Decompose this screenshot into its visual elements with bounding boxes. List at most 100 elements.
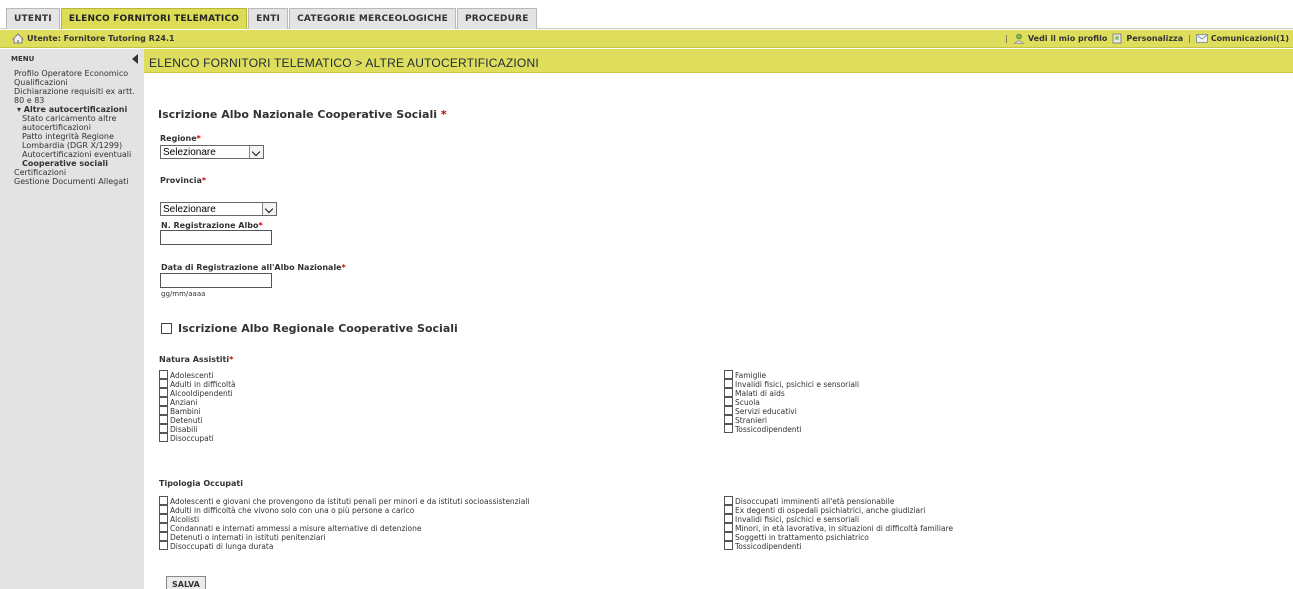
regione-label-text: Regione xyxy=(160,134,197,143)
checkbox-item[interactable]: Alcolisti xyxy=(159,514,529,524)
checkbox[interactable] xyxy=(724,370,733,379)
checkbox[interactable] xyxy=(159,514,168,523)
data-registrazione-label-text: Data di Registrazione all'Albo Nazionale xyxy=(161,263,342,272)
required-mark: * xyxy=(440,108,447,121)
sidebar-item-gestione-documenti[interactable]: Gestione Documenti Allegati xyxy=(14,177,140,186)
checkbox-label: Disoccupati xyxy=(170,434,214,443)
communications-link[interactable]: Comunicazioni(1) xyxy=(1211,34,1289,43)
profile-link[interactable]: Vedi il mio profilo xyxy=(1028,34,1107,43)
tab-categorie-merceologiche[interactable]: CATEGORIE MERCEOLOGICHE xyxy=(289,8,456,29)
menu-header: MENU xyxy=(0,49,144,69)
checkbox-item[interactable]: Detenuti xyxy=(159,415,236,425)
tab-utenti[interactable]: UTENTI xyxy=(6,8,60,29)
checkbox[interactable] xyxy=(159,415,168,424)
checkbox-item[interactable]: Anziani xyxy=(159,397,236,407)
checkbox[interactable] xyxy=(724,388,733,397)
checkbox-item[interactable]: Disoccupati xyxy=(159,433,236,443)
provincia-label: Provincia* xyxy=(160,176,206,185)
checkbox-item[interactable]: Adulti in difficoltà che vivono solo con… xyxy=(159,505,529,515)
sidebar-nav: Profilo Operatore Economico Qualificazio… xyxy=(0,69,144,186)
natura-assistiti-label: Natura Assistiti* xyxy=(159,355,233,364)
checkbox-item[interactable]: Soggetti in trattamento psichiatrico xyxy=(724,532,953,542)
checkbox-item[interactable]: Famiglie xyxy=(724,370,859,380)
checkbox[interactable] xyxy=(159,370,168,379)
checkbox[interactable] xyxy=(159,397,168,406)
chevron-down-icon xyxy=(249,146,263,158)
checkbox[interactable] xyxy=(724,424,733,433)
sidebar-item-qualificazioni[interactable]: Qualificazioni xyxy=(14,78,140,87)
sidebar-item-profilo[interactable]: Profilo Operatore Economico xyxy=(14,69,140,78)
checkbox-item[interactable]: Ex degenti di ospedali psichiatrici, anc… xyxy=(724,505,953,515)
checkbox[interactable] xyxy=(159,424,168,433)
albo-regionale-checkbox[interactable] xyxy=(161,323,172,334)
regione-select[interactable]: Selezionare xyxy=(160,145,264,159)
checkbox-label: Disoccupati di lunga durata xyxy=(170,542,274,551)
save-button[interactable]: SALVA xyxy=(166,576,206,589)
checkbox[interactable] xyxy=(724,415,733,424)
checkbox-item[interactable]: Adolescenti xyxy=(159,370,236,380)
required-mark: * xyxy=(201,176,207,185)
checkbox[interactable] xyxy=(159,433,168,442)
sidebar-item-stato-caricamento[interactable]: Stato caricamento altre autocertificazio… xyxy=(14,114,140,132)
tab-elenco-fornitori-telematico[interactable]: ELENCO FORNITORI TELEMATICO xyxy=(60,8,248,29)
checkbox-item[interactable]: Adulti in difficoltà xyxy=(159,379,236,389)
current-user: Utente: Fornitore Tutoring R24.1 xyxy=(12,33,175,44)
checkbox[interactable] xyxy=(724,406,733,415)
tab-procedure[interactable]: PROCEDURE xyxy=(457,8,537,29)
natura-assistiti-label-text: Natura Assistiti xyxy=(159,355,230,364)
collapse-menu-icon[interactable] xyxy=(132,54,138,64)
checkbox-item[interactable]: Scuola xyxy=(724,397,859,407)
tipologia-occupati-list-left: Adolescenti e giovani che provengono da … xyxy=(159,496,529,551)
checkbox-item[interactable]: Invalidi fisici, psichici e sensoriali xyxy=(724,379,859,389)
n-registrazione-input[interactable] xyxy=(160,230,272,245)
checkbox[interactable] xyxy=(724,496,733,505)
checkbox-item[interactable]: Alcooldipendenti xyxy=(159,388,236,398)
checkbox-item[interactable]: Detenuti o internati in istituti peniten… xyxy=(159,532,529,542)
checkbox-item[interactable]: Tossicodipendenti xyxy=(724,424,859,434)
user-bar: Utente: Fornitore Tutoring R24.1 | Vedi … xyxy=(0,30,1293,48)
checkbox-item[interactable]: Disoccupati di lunga durata xyxy=(159,541,529,551)
checkbox-item[interactable]: Minori, in età lavorativa, in situazioni… xyxy=(724,523,953,533)
checkbox[interactable] xyxy=(724,532,733,541)
profile-icon xyxy=(1013,33,1025,44)
checkbox[interactable] xyxy=(724,379,733,388)
user-links: | Vedi il mio profilo Personalizza | Com… xyxy=(1000,33,1289,44)
checkbox[interactable] xyxy=(159,505,168,514)
checkbox[interactable] xyxy=(159,541,168,550)
checkbox[interactable] xyxy=(724,541,733,550)
albo-regionale-option[interactable]: Iscrizione Albo Regionale Cooperative So… xyxy=(161,322,458,335)
form-heading: Iscrizione Albo Nazionale Cooperative So… xyxy=(158,108,447,121)
checkbox-item[interactable]: Tossicodipendenti xyxy=(724,541,953,551)
checkbox[interactable] xyxy=(159,496,168,505)
checkbox[interactable] xyxy=(159,523,168,532)
checkbox[interactable] xyxy=(159,406,168,415)
checkbox-item[interactable]: Disabili xyxy=(159,424,236,434)
sidebar-item-cooperative-sociali[interactable]: Cooperative sociali xyxy=(14,159,140,168)
checkbox-item[interactable]: Stranieri xyxy=(724,415,859,425)
provincia-select[interactable]: Selezionare xyxy=(160,202,277,216)
checkbox[interactable] xyxy=(159,379,168,388)
checkbox-item[interactable]: Invalidi fisici, psichici e sensoriali xyxy=(724,514,953,524)
data-registrazione-label: Data di Registrazione all'Albo Nazionale… xyxy=(161,263,346,272)
checkbox-item[interactable]: Condannati e internati ammessi a misure … xyxy=(159,523,529,533)
checkbox[interactable] xyxy=(724,505,733,514)
checkbox-item[interactable]: Bambini xyxy=(159,406,236,416)
checkbox[interactable] xyxy=(724,514,733,523)
checkbox-label: Adulti in difficoltà che vivono solo con… xyxy=(170,506,415,515)
checkbox-item[interactable]: Adolescenti e giovani che provengono da … xyxy=(159,496,529,506)
checkbox[interactable] xyxy=(724,523,733,532)
sidebar-item-patto-integrita[interactable]: Patto integrità Regione Lombardia (DGR X… xyxy=(14,132,140,150)
sidebar-item-dichiarazione[interactable]: Dichiarazione requisiti ex artt. 80 e 83 xyxy=(14,87,140,105)
checkbox-item[interactable]: Malati di aids xyxy=(724,388,859,398)
checkbox[interactable] xyxy=(724,397,733,406)
sidebar-item-autocertificazioni-eventuali[interactable]: Autocertificazioni eventuali xyxy=(14,150,140,159)
checkbox[interactable] xyxy=(159,388,168,397)
sidebar-section-altre-autocertificazioni[interactable]: ▾ Altre autocertificazioni xyxy=(14,105,140,114)
checkbox-item[interactable]: Disoccupati imminenti all'età pensionabi… xyxy=(724,496,953,506)
tab-enti[interactable]: ENTI xyxy=(248,8,289,29)
checkbox-item[interactable]: Servizi educativi xyxy=(724,406,859,416)
personalize-link[interactable]: Personalizza xyxy=(1126,34,1183,43)
checkbox[interactable] xyxy=(159,532,168,541)
data-registrazione-input[interactable] xyxy=(160,273,272,288)
sidebar-item-certificazioni[interactable]: Certificazioni xyxy=(14,168,140,177)
